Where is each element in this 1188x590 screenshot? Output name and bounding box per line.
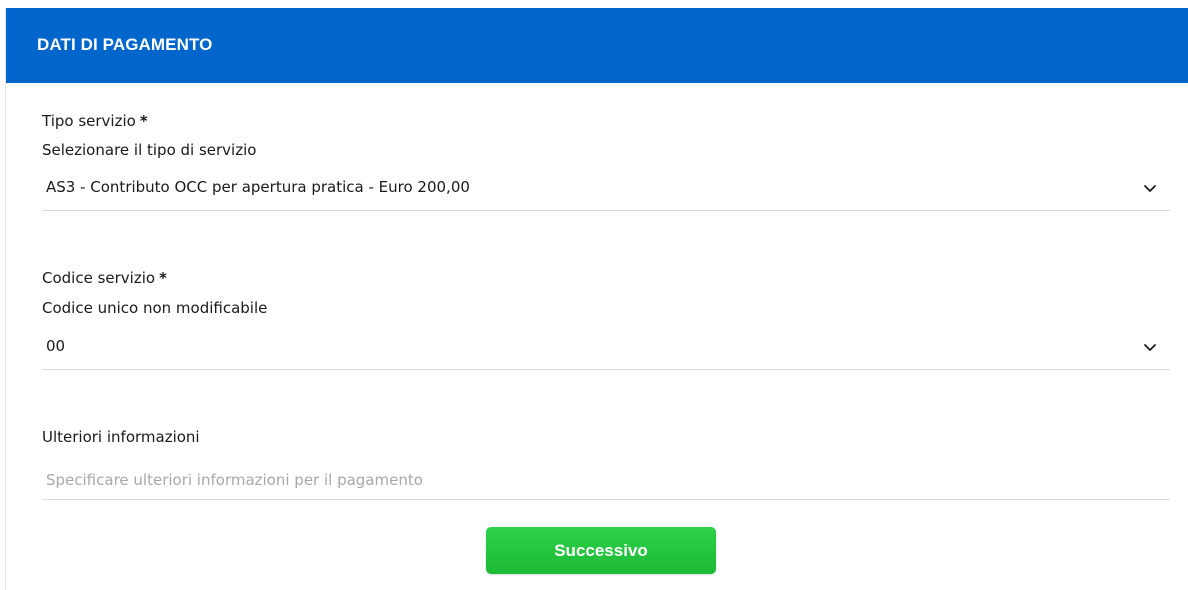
service-code-label-text: Codice servizio (42, 269, 156, 287)
chevron-down-icon[interactable] (1142, 180, 1158, 196)
panel-title: DATI DI PAGAMENTO (37, 35, 213, 54)
chevron-down-icon[interactable] (1142, 339, 1158, 355)
service-type-selected-value: AS3 - Contributo OCC per apertura pratic… (46, 178, 470, 196)
service-type-label-text: Tipo servizio (42, 112, 136, 130)
panel-header: DATI DI PAGAMENTO (6, 8, 1188, 83)
service-code-selected-value: 00 (46, 337, 66, 355)
service-type-select[interactable]: AS3 - Contributo OCC per apertura pratic… (42, 171, 1170, 211)
additional-info-label: Ulteriori informazioni (42, 428, 200, 446)
service-code-label: Codice servizio * (42, 269, 167, 287)
service-type-label: Tipo servizio * (42, 112, 148, 130)
service-code-hint: Codice unico non modificabile (42, 299, 268, 317)
service-code-select[interactable]: 00 (42, 330, 1170, 370)
required-mark: * (139, 112, 148, 130)
service-type-hint: Selezionare il tipo di servizio (42, 141, 257, 159)
next-button[interactable]: Successivo (486, 527, 716, 574)
payment-data-panel: DATI DI PAGAMENTO Tipo servizio * Selezio… (5, 8, 1188, 590)
additional-info-input[interactable] (42, 460, 1170, 500)
required-mark: * (159, 269, 167, 287)
